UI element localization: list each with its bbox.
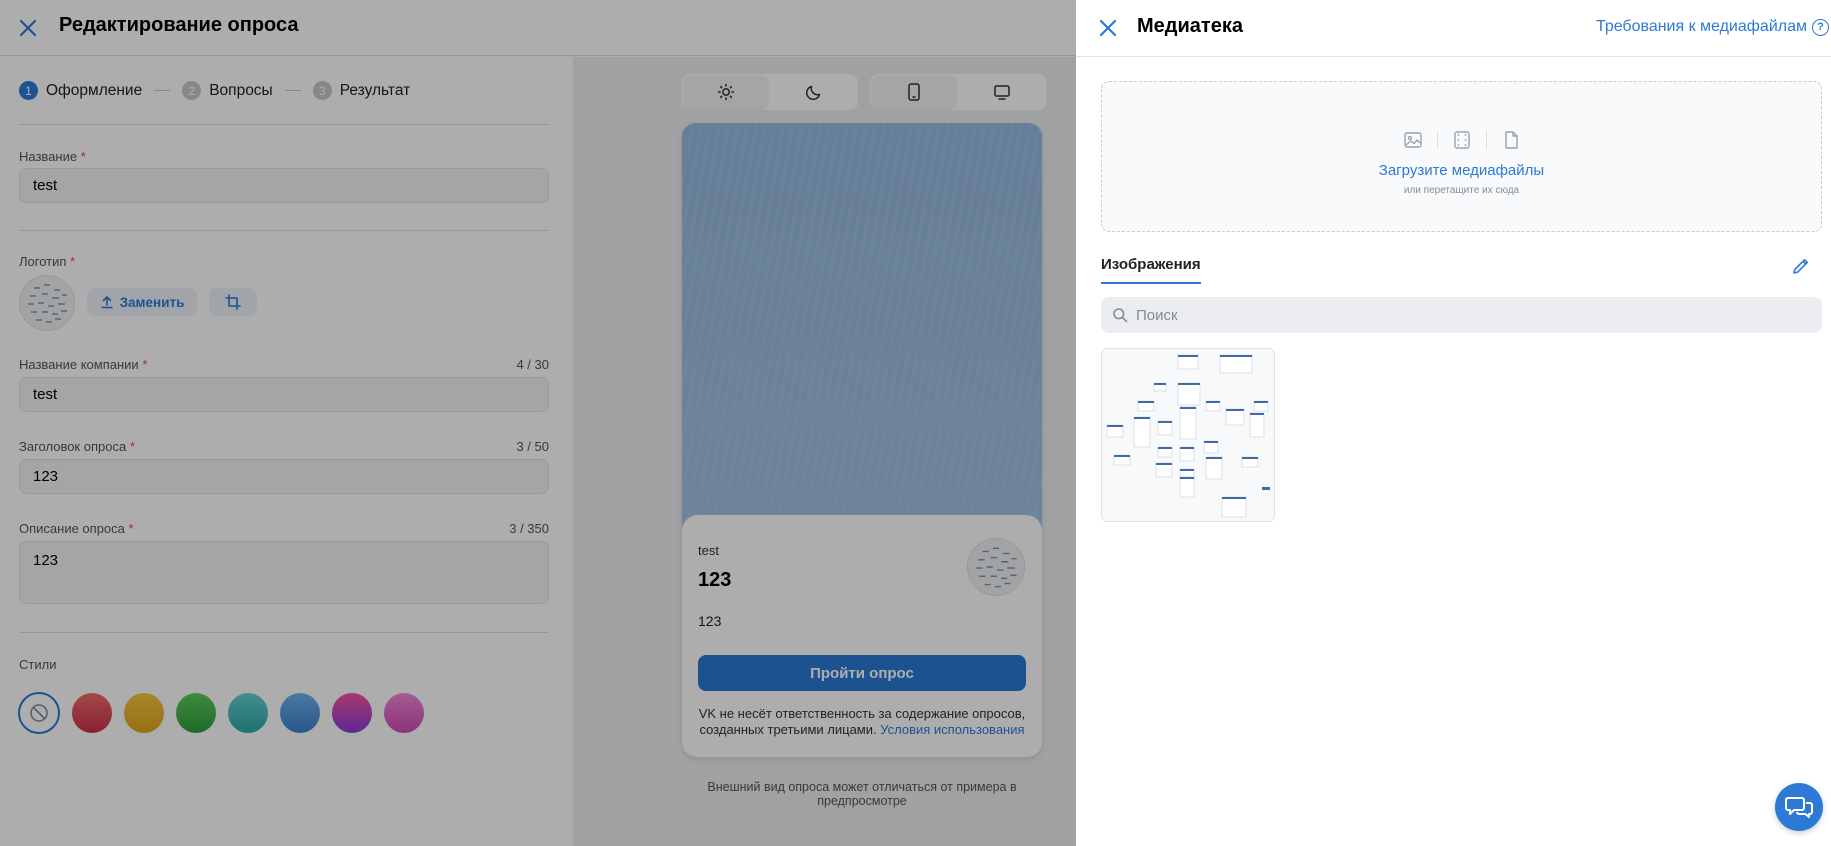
upload-sublabel: или перетащите их сюда [1403,185,1520,196]
search-icon [1113,308,1128,323]
survey-editor: Редактирование опроса 1 Оформление 2 Воп… [0,0,1076,846]
video-icon [1453,131,1470,149]
media-header: Медиатека Требования к медиафайлам ? [1076,0,1831,57]
icon-divider [1436,131,1438,149]
upload-dropzone[interactable]: Загрузите медиафайлы или перетащите их с… [1101,81,1822,232]
pencil-icon[interactable] [1791,256,1811,276]
chat-support-button[interactable] [1775,783,1823,831]
media-thumbnail[interactable] [1101,348,1275,522]
media-title: Медиатека [1137,15,1243,37]
search-placeholder: Поиск [1136,306,1178,324]
tab-images[interactable]: Изображения [1101,256,1201,273]
document-icon [1504,131,1518,149]
modal-overlay[interactable] [0,0,1076,846]
diagram-thumbnail-image [1102,349,1274,521]
icon-divider [1485,131,1487,149]
help-icon: ? [1812,18,1829,36]
close-icon[interactable] [1096,16,1120,40]
media-library-panel: Медиатека Требования к медиафайлам ? Заг… [1076,0,1831,846]
media-requirements-link[interactable]: Требования к медиафайлам ? [1596,18,1829,36]
upload-label[interactable]: Загрузите медиафайлы [1102,162,1821,179]
image-icon [1403,132,1422,148]
active-tab-indicator [1101,282,1201,284]
upload-type-icons [1102,130,1821,150]
media-search-input[interactable]: Поиск [1101,297,1822,333]
chat-icon [1785,797,1813,818]
requirements-label: Требования к медиафайлам [1595,18,1807,35]
